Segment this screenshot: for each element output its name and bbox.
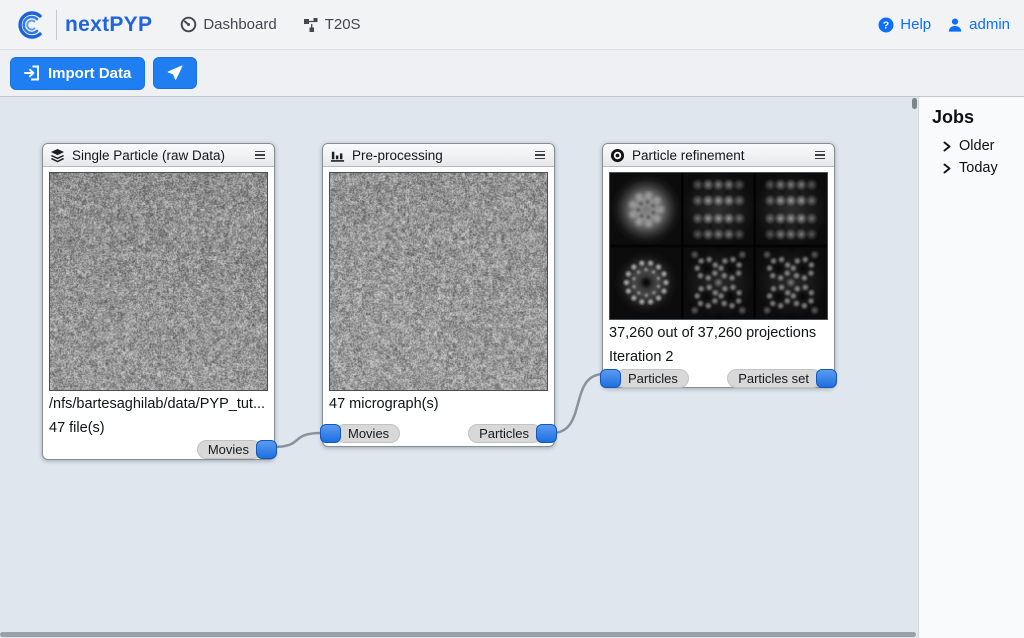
block-particle-refinement[interactable]: Particle refinement 37,260 out of 37,260… [602, 143, 835, 388]
block-header[interactable]: Pre-processing [323, 144, 554, 167]
output-port-label: Particles [468, 424, 542, 443]
project-graph-canvas[interactable]: Single Particle (raw Data) /nfs/bartesag… [0, 97, 918, 638]
nav-help-label: Help [900, 16, 931, 33]
paper-plane-icon [167, 65, 183, 81]
nextpyp-logo-icon [14, 8, 48, 42]
target-icon [610, 148, 625, 163]
output-port-label: Movies [197, 440, 262, 459]
input-port-particles[interactable]: Particles [600, 369, 689, 388]
output-node-connector[interactable] [256, 440, 277, 459]
block-info-count: 47 micrograph(s) [329, 394, 548, 415]
input-port-label: Particles [615, 369, 689, 388]
project-diagram-icon [303, 17, 319, 33]
histogram-icon [330, 148, 345, 163]
output-port-movies[interactable]: Movies [197, 440, 277, 459]
output-node-connector[interactable] [816, 369, 837, 388]
nav-help[interactable]: ? Help [878, 16, 931, 33]
block-title: Particle refinement [632, 148, 806, 163]
nav-user-label: admin [969, 16, 1010, 33]
micrograph-preview-image[interactable] [49, 172, 268, 391]
navigate-button[interactable] [153, 57, 197, 89]
input-port-label: Movies [335, 424, 400, 443]
output-node-connector[interactable] [536, 424, 557, 443]
vertical-scrollbar-thumb[interactable] [912, 98, 917, 109]
block-menu-icon[interactable] [813, 149, 827, 161]
output-port-label: Particles set [727, 369, 822, 388]
user-person-icon [947, 17, 963, 33]
dashboard-gauge-icon [180, 16, 197, 33]
block-menu-icon[interactable] [253, 149, 267, 161]
import-data-label: Import Data [48, 65, 131, 82]
jobs-group-label: Today [959, 160, 998, 176]
output-port-particles[interactable]: Particles [468, 424, 557, 443]
horizontal-scrollbar-thumb[interactable] [0, 632, 916, 637]
svg-text:?: ? [883, 19, 889, 31]
help-question-icon: ? [878, 17, 894, 33]
input-port-movies[interactable]: Movies [320, 424, 400, 443]
import-data-button[interactable]: Import Data [10, 57, 145, 90]
jobs-group-older[interactable]: Older [942, 135, 1024, 157]
block-pre-processing[interactable]: Pre-processing 47 micrograph(s) Movies P… [322, 143, 555, 447]
block-header[interactable]: Single Particle (raw Data) [43, 144, 274, 167]
nav-project-label: T20S [325, 16, 361, 33]
block-info-projections: 37,260 out of 37,260 projections [609, 323, 828, 344]
micrograph-preview-image[interactable] [329, 172, 548, 391]
project-toolbar: Import Data ▶ Run [0, 50, 1024, 97]
jobs-panel: Jobs Older Today [918, 97, 1024, 638]
chevron-right-icon [942, 163, 952, 174]
block-title: Single Particle (raw Data) [72, 148, 246, 163]
top-navbar: nextPYP Dashboard T20S [0, 0, 1024, 50]
block-info-iteration: Iteration 2 [609, 347, 828, 368]
input-node-connector[interactable] [320, 424, 341, 443]
block-info-count: 47 file(s) [49, 418, 268, 439]
input-node-connector[interactable] [600, 369, 621, 388]
block-menu-icon[interactable] [533, 149, 547, 161]
brand-title: nextPYP [65, 13, 152, 37]
nav-dashboard[interactable]: Dashboard [180, 16, 276, 33]
file-import-icon [24, 65, 40, 81]
nav-project-t20s[interactable]: T20S [303, 16, 361, 33]
class-averages-preview-image[interactable] [609, 172, 828, 320]
chevron-right-icon [942, 141, 952, 152]
nav-dashboard-label: Dashboard [203, 16, 276, 33]
jobs-group-label: Older [959, 138, 994, 154]
block-header[interactable]: Particle refinement [603, 144, 834, 167]
layers-icon [50, 148, 65, 163]
block-title: Pre-processing [352, 148, 526, 163]
jobs-group-today[interactable]: Today [942, 157, 1024, 179]
block-info-path: /nfs/bartesaghilab/data/PYP_tut... [49, 394, 268, 415]
brand[interactable]: nextPYP [14, 8, 152, 42]
nav-user[interactable]: admin [947, 16, 1010, 33]
jobs-title: Jobs [932, 107, 1024, 128]
block-single-particle-raw-data[interactable]: Single Particle (raw Data) /nfs/bartesag… [42, 143, 275, 460]
output-port-particles-set[interactable]: Particles set [727, 369, 837, 388]
brand-divider [56, 10, 57, 40]
